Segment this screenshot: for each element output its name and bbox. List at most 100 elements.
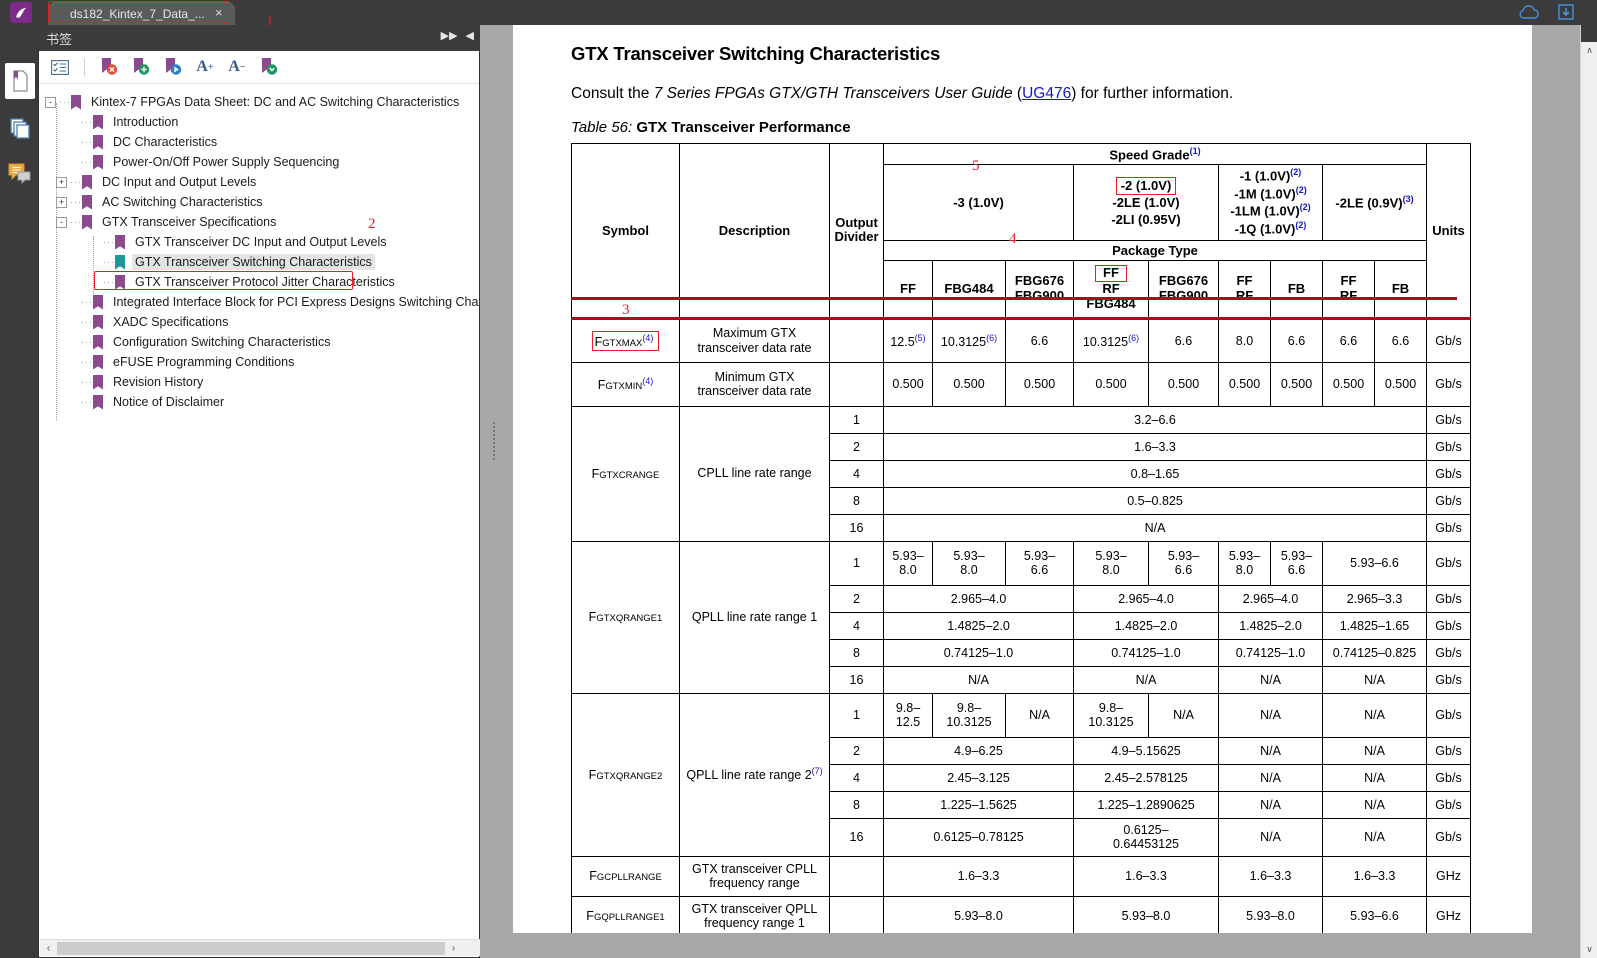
row-divider: 16 [829,817,884,857]
scrollbar-thumb[interactable] [57,941,445,955]
app-logo-icon [10,2,32,23]
table-number: Table 56: [571,119,633,136]
panel-splitter[interactable] [480,25,513,958]
rail-button-page-view[interactable] [5,63,35,99]
cell-value: 10.3125(6) [932,316,1006,363]
bookmark-item-power-sequencing[interactable]: ··· Power-On/Off Power Supply Sequencing [45,152,479,172]
gtx-transceiver-performance-table: Symbol Description Output Divider Speed G… [571,142,1471,933]
cell-value: N/A [1148,692,1219,738]
cell-value: 5.93–6.6 [1270,540,1323,586]
bookmarks-horizontal-scrollbar[interactable]: ‹ › [40,939,480,956]
bookmark-item-pci-express[interactable]: ··· Integrated Interface Block for PCI E… [45,292,479,312]
cell-units: Gb/s [1426,665,1471,694]
header-package-fbg676-900-b: FBG676 FBG900 [1148,259,1219,319]
cell-value: 1.4825–2.0 [883,611,1074,640]
paragraph-suffix: ) for further information. [1071,85,1234,102]
document-tab-label: ds182_Kintex_7_Data_... [70,6,205,21]
bookmark-item-notice-of-disclaimer[interactable]: ··· Notice of Disclaimer [45,392,479,412]
document-tab[interactable]: ds182_Kintex_7_Data_... × [48,2,235,25]
bookmark-item-xadc-specifications[interactable]: ··· XADC Specifications [45,312,479,332]
bookmark-options-icon[interactable] [256,55,282,79]
bookmark-flag-icon [93,114,103,130]
increase-text-icon[interactable]: A + [192,55,218,79]
cell-units: Gb/s [1426,790,1471,819]
rail-button-comments[interactable] [5,155,35,191]
scroll-left-icon[interactable]: ‹ [40,943,57,954]
header-grade-2: -2 (1.0V) -2LE (1.0V) -2LI (0.95V) [1073,164,1219,241]
header-package-type: Package Type [883,239,1427,261]
cell-value: 2.45–2.578125 [1073,763,1219,792]
add-bookmark-icon[interactable] [128,55,154,79]
bookmark-item-configuration-switching[interactable]: ··· Configuration Switching Characterist… [45,332,479,352]
bookmark-item-dc-characteristics[interactable]: ··· DC Characteristics [45,132,479,152]
bookmark-flag-icon [93,314,103,330]
title-bar: ds182_Kintex_7_Data_... × 1 [0,0,1597,30]
decrease-text-icon[interactable]: A − [224,55,250,79]
scroll-up-icon[interactable]: ∧ [1581,42,1597,59]
cloud-sync-icon[interactable] [1517,4,1539,20]
cell-value: 9.8– 12.5 [883,692,933,738]
page-icon [13,70,28,92]
rail-button-thumbnails[interactable] [5,110,35,146]
page-vertical-scrollbar[interactable]: ∧ ∨ [1580,25,1597,958]
cell-value: 6.6 [1374,316,1427,363]
scroll-down-icon[interactable]: ∨ [1581,941,1597,958]
row-description: QPLL line rate range 2(7) [679,692,830,857]
tree-toggle-icon[interactable]: - [56,216,67,228]
cell-value: 0.500 [1270,361,1323,407]
pdf-page: GTX Transceiver Switching Characteristic… [513,25,1532,933]
cell-value: 5.93–8.0 [1218,540,1271,586]
row-divider: 8 [829,638,884,667]
cell-value: 1.225–1.2890625 [1073,790,1219,819]
tree-toggle-icon[interactable]: + [56,176,67,188]
cell-value: 9.8– 10.3125 [1073,692,1149,738]
cell-value: 2.965–3.3 [1322,584,1427,613]
ug476-link[interactable]: UG476 [1022,85,1071,102]
goto-bookmark-icon[interactable] [160,55,186,79]
header-package-ff-rf-b: FF RF [1322,259,1375,319]
cell-value: N/A [883,513,1427,542]
row-description: QPLL line rate range 1 [679,540,830,694]
download-icon[interactable] [1557,3,1575,21]
annotation-number-4: 4 [1009,231,1017,247]
cell-value: 0.500 [1218,361,1271,407]
bookmark-flag-icon [93,334,103,350]
bookmark-item-gtx-transceiver-specifications[interactable]: - ··· GTX Transceiver Specifications [45,212,479,232]
scroll-right-icon[interactable]: › [445,943,462,954]
bookmark-item-introduction[interactable]: ··· Introduction [45,112,479,132]
bookmarks-panel-title: 书签 [46,31,73,47]
row-divider: 2 [829,584,884,613]
bookmark-label: Revision History [113,375,204,389]
bookmark-item-gtx-protocol-jitter[interactable]: ··· GTX Transceiver Protocol Jitter Char… [45,272,479,292]
cell-value: N/A [1322,692,1427,738]
expand-collapse-icon[interactable] [47,55,73,79]
bookmark-item-gtx-dc-input-output-levels[interactable]: ··· GTX Transceiver DC Input and Output … [45,232,479,252]
tree-toggle-icon[interactable]: + [56,196,67,208]
cell-value: 1.225–1.5625 [883,790,1074,819]
tree-dots: ··· [81,377,93,387]
tree-toggle-icon[interactable]: - [45,96,56,108]
cell-units: Gb/s [1426,540,1471,586]
collapse-panel-icon[interactable]: ◀ [466,30,474,43]
tree-dots: ··· [103,277,115,287]
splitter-grip-icon[interactable] [493,420,499,480]
bookmark-item-dc-input-output[interactable]: + ··· DC Input and Output Levels [45,172,479,192]
bookmark-flag-icon [115,254,125,270]
bookmark-item-root[interactable]: - ··· Kintex-7 FPGAs Data Sheet: DC and … [45,92,479,112]
bookmark-item-revision-history[interactable]: ··· Revision History [45,372,479,392]
cell-value: 1.4825–2.0 [1073,611,1219,640]
bookmark-item-gtx-switching-characteristics[interactable]: ··· GTX Transceiver Switching Characteri… [45,252,479,272]
cell-value: 0.8–1.65 [883,459,1427,488]
expand-panel-icon[interactable]: ▶▶ [441,30,458,43]
cell-value: 0.500 [1148,361,1219,407]
delete-bookmark-icon[interactable] [96,55,122,79]
intro-paragraph: Consult the 7 Series FPGAs GTX/GTH Trans… [571,85,1492,103]
bookmark-item-ac-switching[interactable]: + ··· AC Switching Characteristics [45,192,479,212]
row-description: CPLL line rate range [679,405,830,542]
user-guide-title: 7 Series FPGAs GTX/GTH Transceivers User… [653,85,1013,102]
bookmark-label: DC Characteristics [113,135,218,149]
cell-value: 1.4825–1.65 [1322,611,1427,640]
bookmark-item-efuse-programming[interactable]: ··· eFUSE Programming Conditions [45,352,479,372]
bookmark-flag-icon [93,154,103,170]
close-icon[interactable]: × [212,6,226,20]
